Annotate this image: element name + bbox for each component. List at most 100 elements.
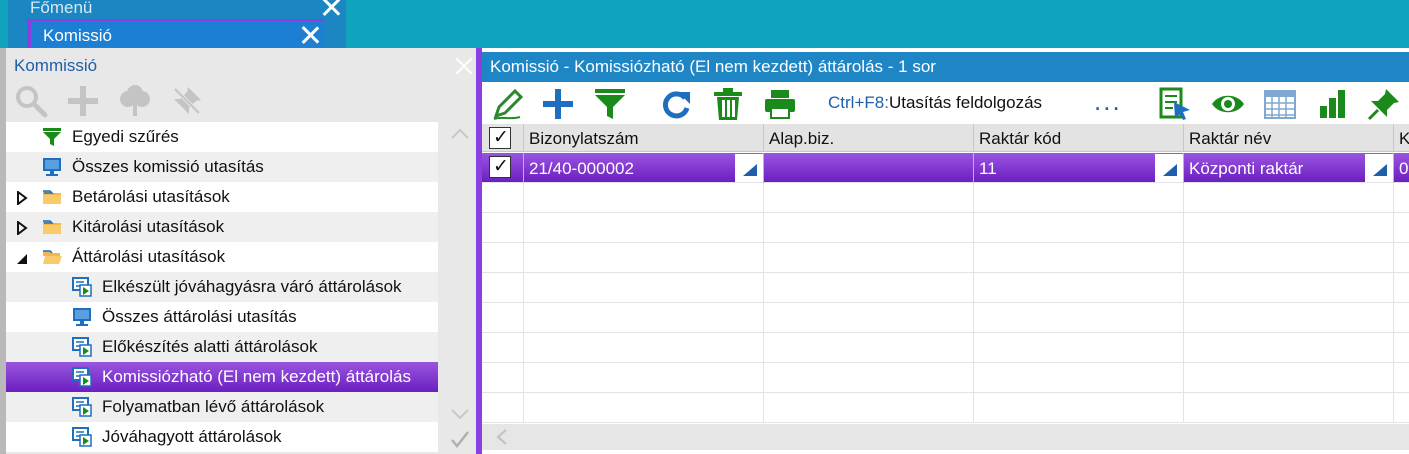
empty-cell [764,363,974,393]
column-header-alap-biz[interactable]: Alap.biz. [764,124,974,152]
empty-cell [764,333,974,363]
monitor-icon [42,157,62,177]
empty-cell [764,183,974,213]
add-record-icon[interactable] [540,86,576,122]
select-all-checkbox[interactable]: ✓ [489,127,511,149]
eye-icon[interactable] [1210,86,1246,122]
navigation-panel: Kommissió Egyedi szűrés Összes komissió u… [0,48,476,454]
row-checkbox[interactable]: ✓ [489,156,511,178]
empty-cell [482,363,524,393]
empty-cell [1184,303,1394,333]
tree-scrollbar[interactable] [444,122,476,454]
empty-row [482,273,1409,303]
tree-item[interactable]: Elkészült jóváhagyásra váró áttárolások [6,272,438,302]
tab-group: Főmenü Komissió [8,0,346,48]
lookup-icon[interactable] [735,154,763,182]
empty-cell [1184,333,1394,363]
column-header-k[interactable]: K [1394,124,1409,152]
cell-alap-biz[interactable] [764,153,974,183]
empty-row [482,333,1409,363]
cell-raktar-kod[interactable]: 11 [974,153,1184,183]
tree-item-label: Előkészítés alatti áttárolások [102,337,318,356]
header-select-all[interactable]: ✓ [482,124,524,152]
filter-icon[interactable] [592,86,628,122]
tree-item[interactable]: Egyedi szűrés [6,122,438,152]
tab-komissio[interactable]: Komissió [27,19,324,47]
tree-item[interactable]: Folyamatban lévő áttárolások [6,392,438,422]
table-view-icon[interactable] [1262,86,1298,122]
empty-cell [1394,213,1409,243]
column-header-raktar-nev[interactable]: Raktár név [1184,124,1394,152]
tab-main-menu[interactable]: Főmenü [30,0,92,18]
close-panel-icon[interactable] [454,56,474,76]
expand-arrow-icon[interactable] [16,190,28,206]
delete-icon[interactable] [710,86,746,122]
cell-k[interactable]: 0 [1394,153,1409,183]
empty-cell [974,393,1184,423]
navigation-tree: Egyedi szűrés Összes komissió utasítás Bet… [6,122,438,454]
tree-item-label: Összes komissió utasítás [72,157,264,176]
tree-item[interactable]: Előkészítés alatti áttárolások [6,332,438,362]
tree-item[interactable]: Áttárolási utasítások [6,242,438,272]
empty-cell [524,213,764,243]
tree-item-label: Folyamatban lévő áttárolások [102,397,325,416]
search-icon[interactable] [14,84,48,118]
empty-cell [764,393,974,423]
tree-icon[interactable] [118,84,152,118]
lookup-icon[interactable] [1365,154,1393,182]
empty-cell [1184,183,1394,213]
unpin-icon[interactable] [170,84,204,118]
view-icon [72,367,92,387]
table-row[interactable]: ✓ 21/40-000002 11 Központi raktár 0 [482,153,1409,183]
tree-item-label: Komissiózható (El nem kezdett) áttárolás [102,367,411,386]
empty-cell [1394,393,1409,423]
tree-item[interactable]: Betárolási utasítások [6,182,438,212]
column-header-bizonylatszam[interactable]: Bizonylatszám [524,124,764,152]
refresh-icon[interactable] [658,86,694,122]
tree-item[interactable]: Összes áttárolási utasítás [6,302,438,332]
close-main-menu-icon[interactable] [320,0,342,18]
shortcut-action[interactable]: Ctrl+F8:Utasítás feldolgozás [828,93,1042,113]
empty-row [482,243,1409,273]
pin-icon[interactable] [1366,86,1402,122]
cell-raktar-kod-value: 11 [979,159,997,178]
scroll-left-icon[interactable] [496,429,508,445]
empty-cell [1184,213,1394,243]
cell-raktar-nev-value: Központi raktár [1189,159,1304,178]
tree-item-label: Összes áttárolási utasítás [102,307,297,326]
tree-item[interactable]: Komissiózható (El nem kezdett) áttárolás [6,362,438,392]
data-grid: ✓ Bizonylatszám Alap.biz. Raktár kód Rak… [482,124,1409,424]
horizontal-scrollbar[interactable] [482,424,1409,450]
expand-arrow-icon[interactable] [16,220,28,236]
more-button[interactable]: ... [1094,86,1122,117]
empty-cell [974,303,1184,333]
empty-cell [524,303,764,333]
tree-item[interactable]: Jóváhagyott áttárolások [6,422,438,452]
chart-icon[interactable] [1314,86,1350,122]
print-icon[interactable] [762,86,798,122]
empty-cell [1394,303,1409,333]
filter-icon [42,127,62,147]
view-icon [72,337,92,357]
collapse-arrow-icon[interactable] [16,250,28,264]
empty-cell [764,243,974,273]
close-tab-icon[interactable] [299,24,321,46]
empty-cell [1184,393,1394,423]
tree-item[interactable]: Kitárolási utasítások [6,212,438,242]
add-icon[interactable] [66,84,100,118]
column-header-raktar-kod[interactable]: Raktár kód [974,124,1184,152]
empty-cell [1394,243,1409,273]
empty-cell [482,213,524,243]
cell-bizonylatszam[interactable]: 21/40-000002 [524,153,764,183]
empty-cell [482,303,524,333]
select-column-icon[interactable] [1156,86,1192,122]
view-icon [72,427,92,447]
tree-item-label: Elkészült jóváhagyásra váró áttárolások [102,277,402,296]
cell-raktar-nev[interactable]: Központi raktár [1184,153,1394,183]
edit-icon[interactable] [490,86,526,122]
row-select-cell[interactable]: ✓ [482,153,524,183]
lookup-icon[interactable] [1155,154,1183,182]
tree-item[interactable]: Összes komissió utasítás [6,152,438,182]
empty-cell [1394,273,1409,303]
empty-cell [524,183,764,213]
